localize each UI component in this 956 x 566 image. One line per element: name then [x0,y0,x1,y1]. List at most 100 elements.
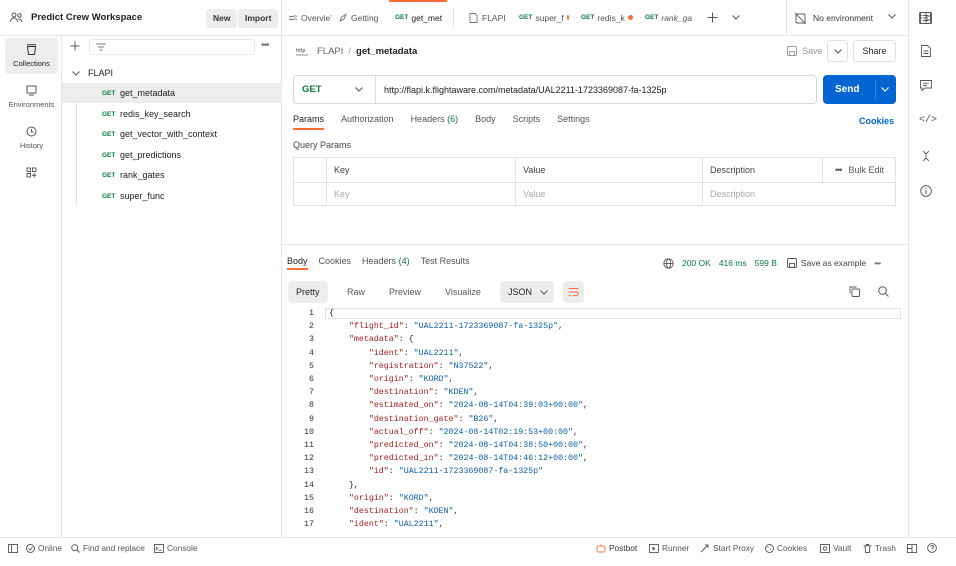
tab-settings[interactable]: Settings [557,114,590,130]
rail-collections[interactable]: Collections [5,38,58,74]
tab-headers[interactable]: Headers (6) [411,114,459,130]
info-icon[interactable] [920,185,932,197]
code-line: "destination_gate": "B26", [368,414,499,424]
save-as-example-button[interactable]: Save as example [786,258,866,268]
sidebar-request-redis-key-search[interactable]: GET redis_key_search [62,104,282,124]
format-raw[interactable]: Raw [339,281,373,303]
format-visualize[interactable]: Visualize [437,281,489,303]
more-options-icon[interactable]: ••• [874,258,881,268]
tab-divider [453,8,463,27]
tab-super-func[interactable]: GET super_f [513,0,575,36]
bulk-edit-button[interactable]: ••• Bulk Edit [829,158,884,182]
cookies-button[interactable]: Cookies [765,538,807,558]
settings-panel-icon[interactable] [919,12,931,24]
sidebar-search-input[interactable] [89,39,255,55]
share-button[interactable]: Share [853,40,896,62]
tab-body[interactable]: Body [475,114,496,130]
search-icon[interactable] [878,286,889,297]
value-input[interactable]: Value [517,182,545,206]
import-button[interactable]: Import [238,9,279,28]
unsaved-dot [627,15,633,20]
tab-flapi[interactable]: FLAPI [463,0,513,36]
key-input[interactable]: Key [328,182,350,206]
help-icon[interactable] [927,538,937,558]
code-line: "metadata": { [348,335,414,345]
format-pretty[interactable]: Pretty [288,281,328,303]
layout-icon[interactable] [907,538,917,558]
toggle-sidebar-icon[interactable] [8,538,18,558]
cookies-label: Cookies [777,543,807,553]
send-chevron-down-icon[interactable] [881,87,889,92]
request-name: get_predictions [120,150,182,160]
vault-button[interactable]: Vault [820,538,851,558]
description-input[interactable]: Description [704,182,755,206]
method-select[interactable]: GET [294,76,376,103]
collection-flapi[interactable]: FLAPI [72,66,113,80]
more-options-icon[interactable]: ••• [261,40,269,51]
tab-authorization[interactable]: Authorization [341,114,394,130]
format-preview[interactable]: Preview [381,281,429,303]
save-icon [786,258,797,268]
tab-response-headers[interactable]: Headers (4) [362,256,410,270]
line-number: 11 [304,441,314,450]
breadcrumb-parent[interactable]: FLAPI [317,46,343,57]
response-time[interactable]: 416 ms [719,258,747,268]
code-line: "predicted_in": "2024-08-14T04:46:12+00:… [368,454,588,464]
response-body-viewer[interactable]: 1 {2 "flight_id": "UAL2211-1723369087-fa-… [288,308,902,537]
tab-get-metadata[interactable]: GET get_met [389,0,447,36]
globe-icon[interactable] [663,257,674,269]
save-button[interactable]: Save [787,44,823,58]
url-input[interactable]: http://flapi.k.flightaware.com/metadata/… [376,85,667,95]
workspace-title[interactable]: Predict Crew Workspace [31,12,142,23]
rail-configure[interactable] [5,154,58,190]
find-replace-button[interactable]: Find and replace [71,538,145,558]
tab-scripts[interactable]: Scripts [513,114,541,130]
breadcrumb-current[interactable]: get_metadata [356,46,417,57]
language-value: JSON [508,287,533,297]
copy-icon[interactable] [849,286,860,297]
headers-label: Headers [410,114,445,124]
rail-environments[interactable]: Environments [5,79,58,115]
console-button[interactable]: Console [154,538,197,558]
line-number: 4 [309,348,314,358]
add-collection-plus-icon[interactable] [70,41,80,51]
related-collections-icon[interactable] [921,150,931,162]
headers-count: (6) [447,114,459,124]
code-line: "ident": "UAL2211", [348,520,444,530]
tab-params[interactable]: Params [293,114,325,130]
postbot-button[interactable]: Postbot [596,538,637,558]
pane-divider[interactable] [282,244,908,245]
sidebar-request-rank-gates[interactable]: GET rank_gates [62,165,282,185]
sidebar-request-super-func[interactable]: GET super_func [62,186,282,206]
wrap-lines-button[interactable] [563,281,584,303]
response-size[interactable]: 599 B [755,258,777,268]
status-code[interactable]: 200 OK [682,258,711,268]
tab-rank-gates[interactable]: GET rank_ga [639,0,699,36]
tab-label: redis_k [597,12,625,23]
online-status[interactable]: Online [26,538,62,558]
environment-selector[interactable]: No environment [786,0,908,36]
cookies-link[interactable]: Cookies [859,116,894,126]
code-snippet-icon[interactable]: </> [919,115,937,126]
sidebar-request-get-predictions[interactable]: GET get_predictions [62,145,282,165]
tab-overview[interactable]: Overvie’ [282,0,332,36]
tab-response-cookies[interactable]: Cookies [319,256,352,270]
tab-getting-started[interactable]: Getting [332,0,389,36]
language-select[interactable]: JSON [500,281,554,303]
comments-icon[interactable] [920,80,932,91]
tab-response-body[interactable]: Body [287,256,308,270]
documentation-icon[interactable] [921,45,931,57]
tabs-chevron-down-icon[interactable] [725,0,747,36]
runner-button[interactable]: Runner [649,538,689,558]
save-options-button[interactable] [827,40,848,62]
sidebar-request-get-vector[interactable]: GET get_vector_with_context [62,124,282,144]
sidebar-request-get-metadata[interactable]: GET get_metadata [62,83,282,103]
send-button[interactable]: Send [823,75,896,104]
new-button[interactable]: New [206,9,238,28]
new-tab-plus-icon[interactable] [699,0,725,36]
tab-test-results[interactable]: Test Results [421,256,470,270]
start-proxy-button[interactable]: Start Proxy [700,538,754,558]
trash-button[interactable]: Trash [863,538,896,558]
rail-history[interactable]: History [5,120,58,156]
tab-redis-key[interactable]: GET redis_k [575,0,639,36]
